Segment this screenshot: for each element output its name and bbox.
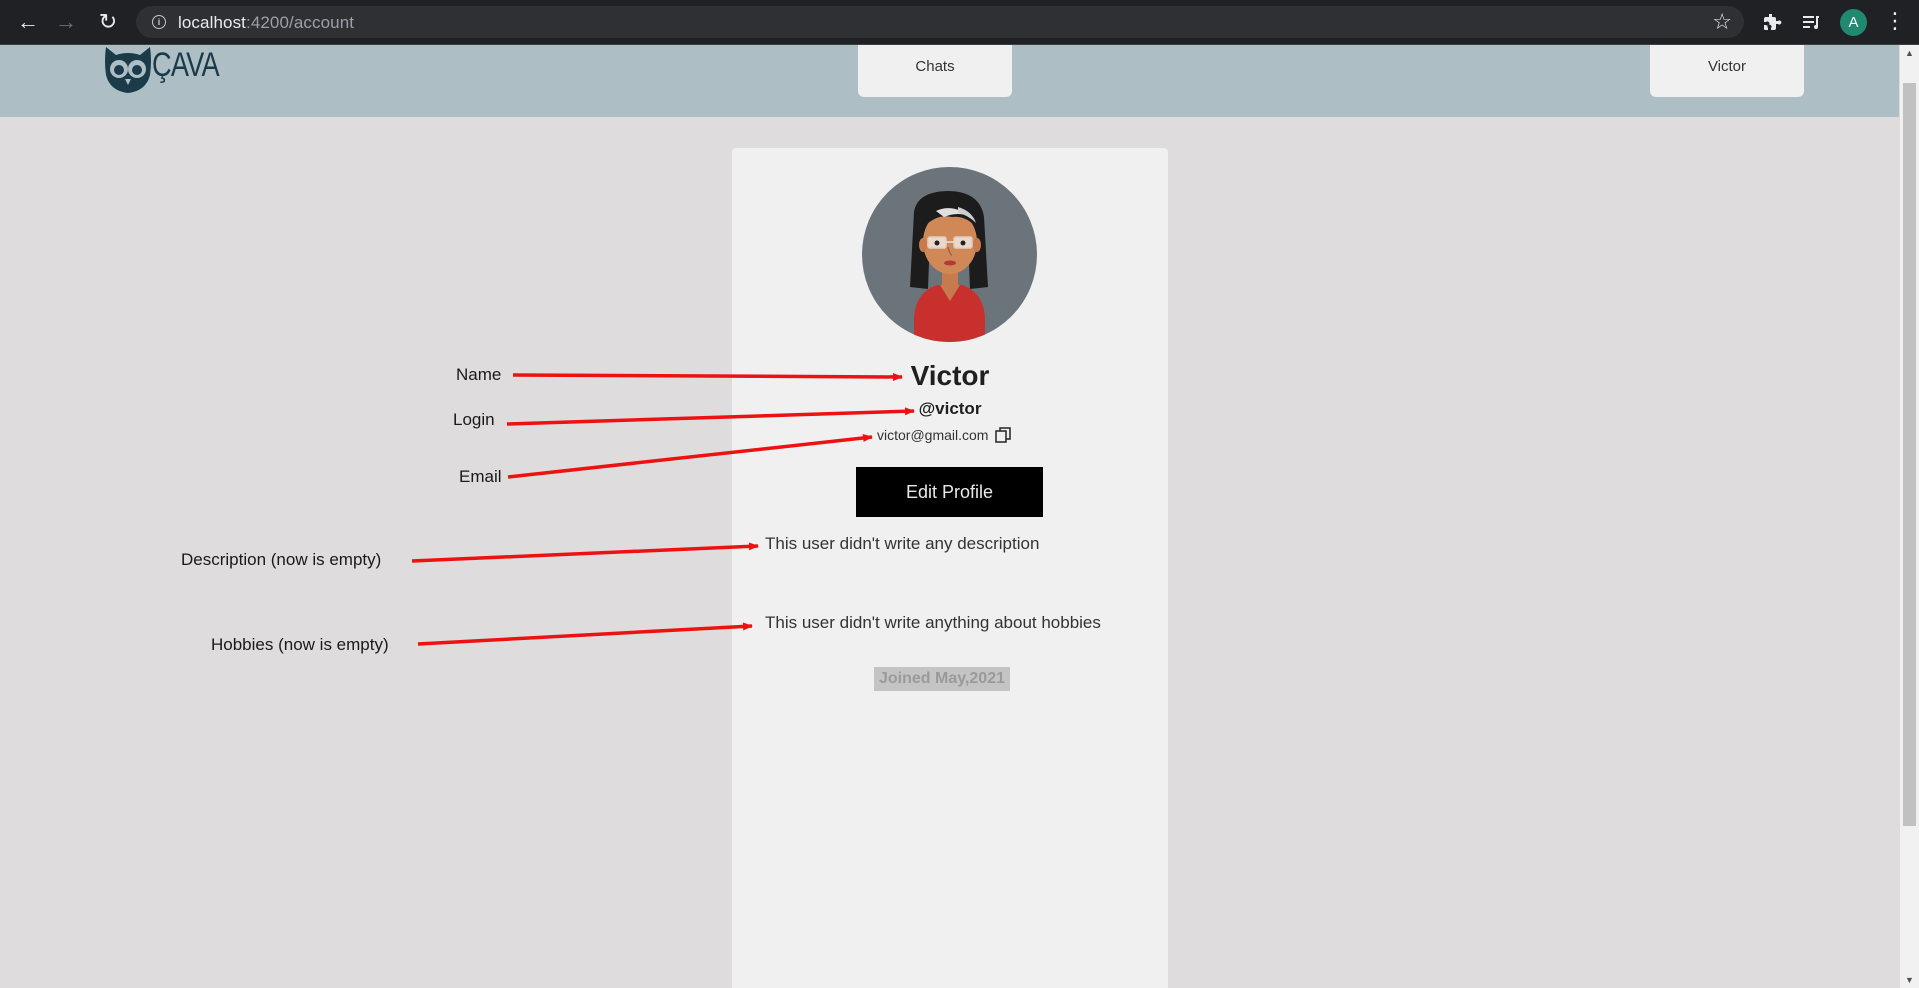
star-icon[interactable]: ☆	[1712, 9, 1732, 35]
reading-list-icon[interactable]	[1798, 9, 1824, 35]
annotation-description: Description (now is empty)	[181, 550, 382, 569]
annotation-email: Email	[459, 467, 502, 486]
profile-hobbies: This user didn't write anything about ho…	[765, 613, 1101, 632]
app-header: ÇAVA Chats Victor	[0, 45, 1899, 117]
extensions-icon[interactable]	[1759, 9, 1785, 35]
avatar	[862, 167, 1037, 342]
scroll-thumb[interactable]	[1903, 83, 1916, 826]
browser-toolbar: ← → ↻ i localhost:4200/account ☆ A ⋮	[0, 0, 1919, 45]
address-bar[interactable]: i localhost:4200/account ☆	[136, 6, 1744, 38]
reload-icon[interactable]: ↻	[94, 8, 122, 36]
forward-icon[interactable]: →	[52, 8, 80, 36]
menu-icon[interactable]: ⋮	[1884, 8, 1906, 34]
scrollbar[interactable]: ▲ ▼	[1900, 45, 1919, 988]
owl-icon	[105, 47, 151, 93]
copy-icon[interactable]	[994, 426, 1012, 444]
scroll-up-icon[interactable]: ▲	[1900, 45, 1919, 61]
url-text[interactable]: localhost:4200/account	[178, 13, 354, 33]
chats-button[interactable]: Chats	[858, 45, 1012, 97]
avatar-illustration	[910, 191, 988, 342]
annotation-hobbies: Hobbies (now is empty)	[211, 635, 389, 654]
arrow-description	[411, 542, 759, 563]
profile-name: Victor	[910, 360, 990, 391]
scroll-down-icon[interactable]: ▼	[1900, 972, 1919, 988]
email-row: victor@gmail.com	[877, 426, 1012, 444]
profile-login: @victor	[918, 399, 982, 418]
annotation-login: Login	[453, 410, 495, 429]
back-icon[interactable]: ←	[14, 8, 42, 36]
profile-avatar[interactable]: A	[1840, 9, 1867, 36]
logo-text: ÇAVA	[152, 46, 220, 84]
info-icon[interactable]: i	[152, 15, 166, 29]
annotation-name: Name	[456, 365, 502, 384]
arrow-hobbies	[417, 622, 753, 646]
user-menu-button[interactable]: Victor	[1650, 45, 1804, 97]
profile-description: This user didn't write any description	[765, 534, 1040, 553]
edit-profile-button[interactable]: Edit Profile	[856, 467, 1043, 517]
joined-badge: Joined May,2021	[874, 667, 1010, 691]
url-path: :4200/account	[246, 13, 355, 32]
profile-email: victor@gmail.com	[877, 427, 989, 443]
url-host: localhost	[178, 13, 246, 32]
cava-logo[interactable]: ÇAVA	[100, 45, 230, 97]
